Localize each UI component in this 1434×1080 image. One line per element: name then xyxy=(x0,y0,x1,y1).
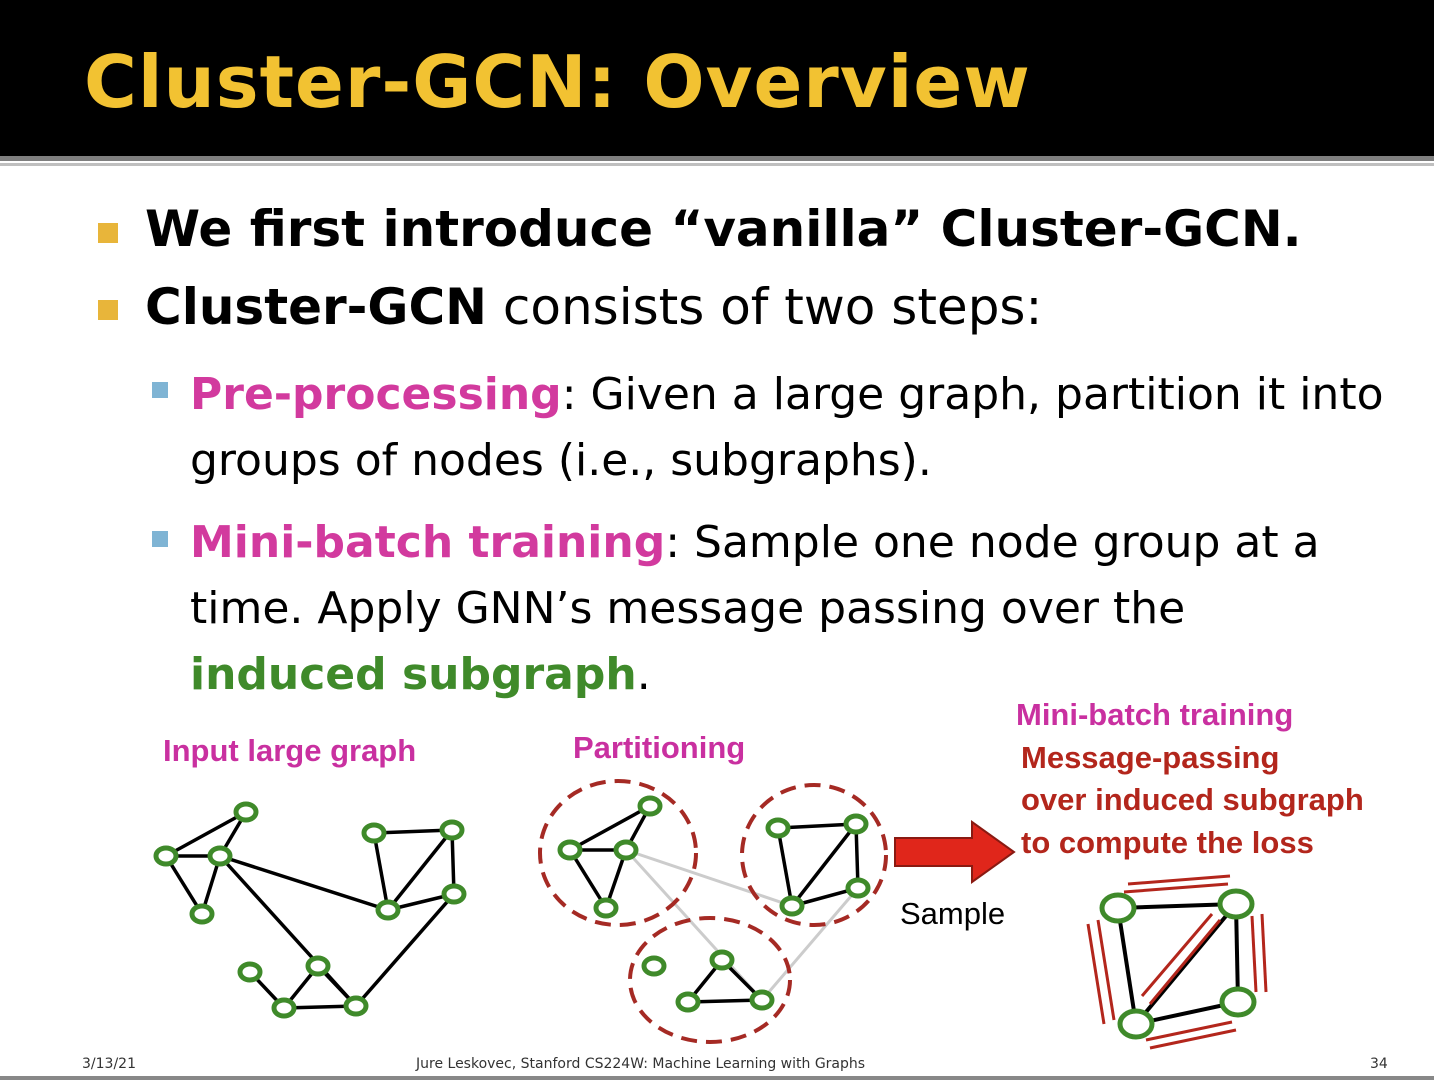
sample-arrow-icon xyxy=(894,820,1016,884)
figure-graphs xyxy=(153,779,1268,1050)
footer-page-number: 34 xyxy=(1370,1056,1388,1072)
footer-divider xyxy=(0,1076,1434,1080)
footer-credit: Jure Leskovec, Stanford CS224W: Machine … xyxy=(416,1056,866,1072)
footer-date: 3/13/21 xyxy=(82,1056,136,1072)
